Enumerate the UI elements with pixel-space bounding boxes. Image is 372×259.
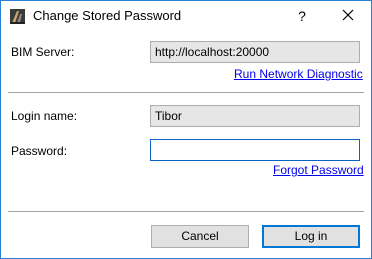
change-password-dialog: Change Stored Password ? BIM Server: htt… xyxy=(0,0,372,259)
login-name-label: Login name: xyxy=(11,109,78,123)
close-button[interactable] xyxy=(325,1,371,31)
close-icon xyxy=(342,9,354,24)
help-icon: ? xyxy=(298,8,306,24)
dialog-title: Change Stored Password xyxy=(33,8,182,23)
password-label: Password: xyxy=(11,144,68,158)
cancel-button[interactable]: Cancel xyxy=(151,225,249,248)
log-in-button[interactable]: Log in xyxy=(262,225,360,248)
app-icon xyxy=(10,9,25,24)
password-input[interactable] xyxy=(150,139,360,161)
login-name-field: Tibor xyxy=(150,105,360,127)
bim-server-field: http://localhost:20000 xyxy=(150,41,360,63)
separator-bottom xyxy=(8,211,364,212)
title-bar[interactable]: Change Stored Password ? xyxy=(1,1,371,31)
help-button[interactable]: ? xyxy=(279,1,325,31)
forgot-password-link[interactable]: Forgot Password xyxy=(273,163,364,177)
run-network-diagnostic-link[interactable]: Run Network Diagnostic xyxy=(234,67,363,81)
separator-top xyxy=(8,92,364,93)
bim-server-label: BIM Server: xyxy=(11,45,75,59)
